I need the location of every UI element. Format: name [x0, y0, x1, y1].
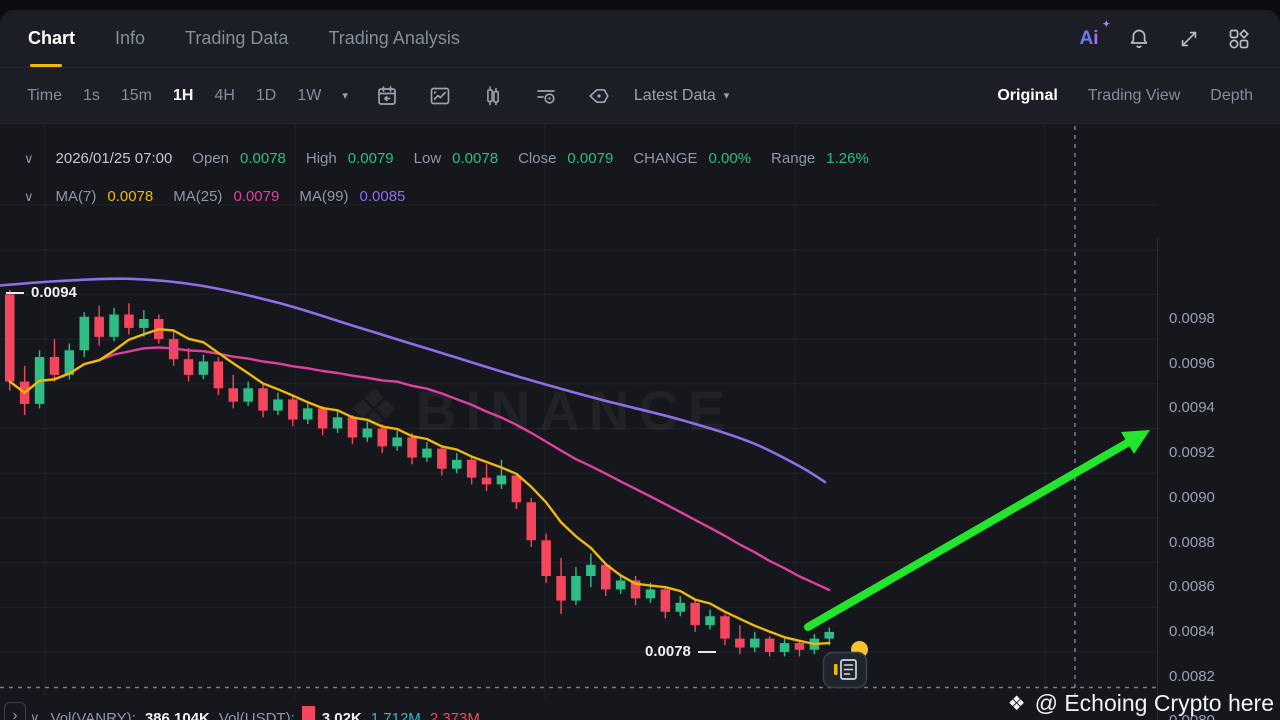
view-mode-group: Original Trading View Depth [997, 87, 1253, 105]
expand-icon[interactable] [1176, 26, 1202, 52]
ma7-label: MA(7) [55, 188, 97, 205]
open-value: 0.0078 [240, 150, 286, 167]
ma99-value: 0.0085 [359, 188, 406, 205]
echoing-crypto-watermark-text: @ Echoing Crypto here [1034, 690, 1274, 716]
open-price-marker: 0.0094 [6, 284, 77, 301]
ma-legend: ∨ MA(7) 0.0078 MA(25) 0.0079 MA(99) 0.0085 [24, 188, 405, 205]
ma25-label: MA(25) [173, 188, 223, 205]
ma25-value: 0.0079 [233, 188, 280, 205]
price-tick-label: 0.0088 [1169, 533, 1215, 551]
tab-chart[interactable]: Chart [28, 10, 75, 67]
view-trading-view[interactable]: Trading View [1088, 87, 1181, 105]
low-label: Low [413, 150, 442, 167]
chevron-down-icon[interactable]: ∨ [24, 189, 34, 205]
vol-usdt-value: 3.02K [321, 709, 362, 720]
strategy-hexagon-icon[interactable] [586, 83, 612, 109]
sparkle-icon: ✦ [1102, 18, 1110, 29]
tab-info[interactable]: Info [115, 10, 145, 67]
vol-usdt-label: Vol(USDT): [218, 709, 295, 720]
volume-bar [301, 706, 315, 720]
chart-canvas[interactable] [0, 124, 1157, 698]
low-value: 0.0078 [452, 150, 499, 167]
ai-letter-i: i [1093, 27, 1099, 49]
price-tick-label: 0.0098 [1169, 310, 1215, 327]
caret-down-icon[interactable]: ▾ [342, 89, 348, 102]
view-original[interactable]: Original [997, 87, 1057, 105]
high-value: 0.0079 [347, 150, 394, 167]
chevron-down-icon[interactable]: ∨ [30, 710, 40, 720]
top-nav: Chart Info Trading Data Trading Analysis… [0, 10, 1280, 68]
range-label: Range [771, 150, 816, 167]
binance-diamond-icon: ❖ [1007, 693, 1026, 715]
latest-data-dropdown[interactable]: Latest Data ▾ [634, 87, 729, 105]
chevron-right-icon: › [12, 706, 18, 720]
chart-style-icon[interactable] [427, 83, 453, 109]
tab-trading-data[interactable]: Trading Data [185, 10, 288, 67]
price-tick-label: 0.0082 [1169, 667, 1215, 685]
interval-time[interactable]: Time [27, 87, 62, 105]
interval-1h[interactable]: 1H [173, 87, 193, 105]
price-tick-label: 0.0096 [1169, 354, 1215, 372]
candle-datetime: 2026/01/25 07:00 [55, 150, 173, 167]
vol-vanry-label: Vol(VANRY): [50, 709, 136, 720]
nav-tabs: Chart Info Trading Data Trading Analysis [28, 10, 460, 67]
caret-down-icon: ▾ [723, 90, 730, 102]
interval-1s[interactable]: 1s [83, 87, 100, 105]
chart-toolbar: Time 1s 15m 1H 4H 1D 1W ▾ Latest Data ▾ … [0, 68, 1280, 124]
tab-trading-analysis[interactable]: Trading Analysis [328, 10, 459, 67]
interval-group: Time 1s 15m 1H 4H 1D 1W ▾ [27, 87, 348, 105]
interval-15m[interactable]: 15m [121, 87, 152, 105]
price-dash [6, 291, 24, 294]
open-price-marker-value: 0.0094 [31, 284, 77, 301]
change-value: 0.00% [708, 150, 752, 167]
interval-4h[interactable]: 4H [214, 87, 234, 105]
echoing-crypto-watermark: ❖ @ Echoing Crypto here [1008, 690, 1274, 717]
price-tick-label: 0.0092 [1169, 444, 1215, 462]
calendar-range-icon[interactable] [374, 83, 400, 109]
price-tick-label: 0.0090 [1169, 488, 1215, 506]
candlestick-icon[interactable] [480, 83, 506, 109]
price-axis[interactable]: 0.0098 0.0096 0.0094 0.0092 0.0090 0.0088 0.00… [1157, 238, 1280, 720]
binance-chart-app: Chart Info Trading Data Trading Analysis… [0, 10, 1280, 720]
chevron-down-icon[interactable]: ∨ [24, 151, 34, 167]
note-marker-icon[interactable] [822, 651, 868, 689]
ai-icon[interactable]: Ai ✦ [1076, 19, 1110, 52]
price-tick-label: 0.0094 [1169, 399, 1215, 417]
bell-icon[interactable] [1126, 26, 1152, 52]
high-label: High [305, 150, 337, 167]
low-price-marker-value: 0.0078 [645, 643, 691, 660]
price-tick-label: 0.0084 [1169, 622, 1215, 640]
volume-legend: ∨ Vol(VANRY): 386.104K Vol(USDT): 3.02K … [30, 706, 480, 720]
change-label: CHANGE [633, 150, 698, 167]
range-value: 1.26% [826, 150, 869, 167]
ma7-value: 0.0078 [107, 188, 154, 205]
open-label: Open [192, 150, 229, 167]
ohlc-legend: ∨ 2026/01/25 07:00 Open 0.0078 High 0.0079… [24, 150, 869, 167]
interval-1w[interactable]: 1W [297, 87, 321, 105]
view-depth[interactable]: Depth [1210, 87, 1253, 105]
apps-grid-icon[interactable] [1226, 26, 1252, 52]
ai-letter-a: A [1079, 27, 1094, 49]
price-tick-label: 0.0086 [1169, 578, 1215, 596]
pane-expander-button[interactable]: › [4, 702, 26, 720]
latest-data-label: Latest Data [633, 86, 716, 104]
close-value: 0.0079 [567, 150, 614, 167]
close-label: Close [518, 150, 557, 167]
indicators-icon[interactable] [533, 83, 559, 109]
tool-icon-group [374, 83, 612, 109]
low-price-marker: 0.0078 [645, 643, 716, 660]
nav-icon-group: Ai ✦ [1076, 19, 1252, 52]
interval-1d[interactable]: 1D [256, 87, 276, 105]
chart-pane: ❖ BINANCE ∨ 2026/01/25 07:00 Open 0.0078 … [0, 124, 1280, 720]
ma99-label: MA(99) [299, 188, 349, 205]
vol-sell-value: 2.373M [429, 709, 480, 720]
price-dash [697, 650, 716, 653]
vol-buy-value: 1.712M [370, 709, 421, 720]
vol-vanry-value: 386.104K [144, 709, 210, 720]
